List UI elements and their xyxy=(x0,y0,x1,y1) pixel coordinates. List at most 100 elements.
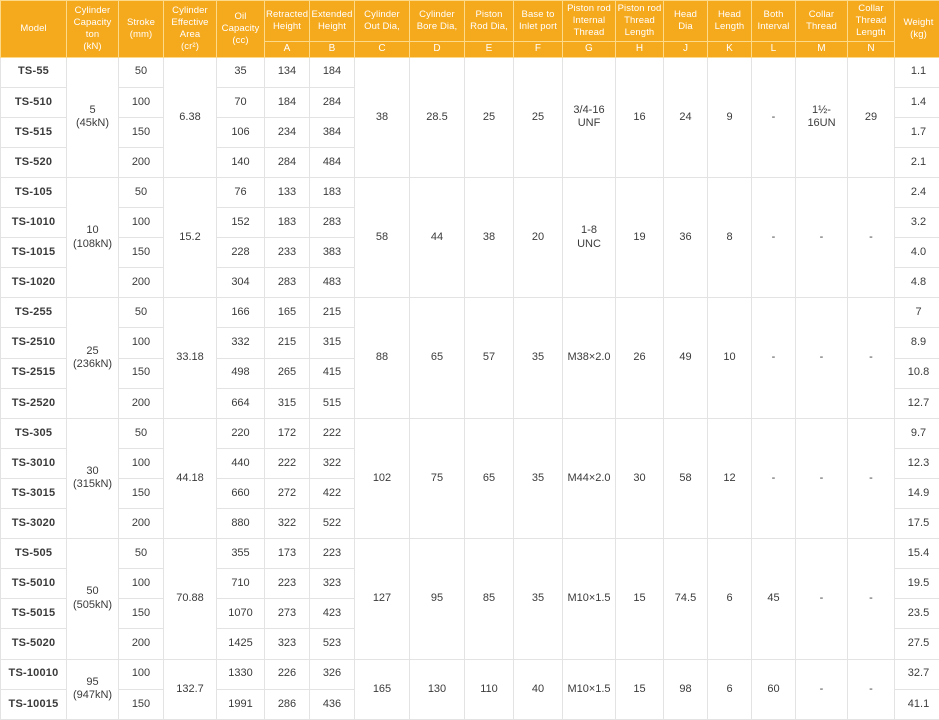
header-weight: Weight (kg) xyxy=(894,0,939,58)
capacity-kn: (236kN) xyxy=(72,358,113,371)
cell-stroke: 100 xyxy=(118,86,164,118)
cell-oil-capacity: 152 xyxy=(216,207,265,239)
cell-extended-height: 222 xyxy=(309,417,355,449)
cell-stroke: 200 xyxy=(118,267,164,299)
header-piston-rod-internal-thread-text: Piston rod Internal Thread xyxy=(564,3,614,39)
cell-collar-thread-length: - xyxy=(847,538,895,660)
cell-effective-area: 6.38 xyxy=(163,56,217,179)
header-line: Piston xyxy=(475,8,503,20)
header-cylinder-capacity-text: Cylinder Capacity ton (kN) xyxy=(68,5,117,53)
cell-weight: 4.8 xyxy=(894,267,939,299)
header-base-to-inlet-port-text: Base to Inlet port xyxy=(515,9,561,33)
thread-line: M10×1.5 xyxy=(567,682,611,695)
collar-line: - xyxy=(819,471,824,484)
cell-weight: 1.1 xyxy=(894,56,939,88)
header-piston-rod-thread-length-text: Piston rod Thread Length xyxy=(617,3,662,39)
cell-extended-height: 415 xyxy=(309,357,355,389)
capacity-kn: (947kN) xyxy=(72,689,113,702)
cell-model: TS-5015 xyxy=(0,598,67,630)
cell-weight: 1.4 xyxy=(894,86,939,118)
cell-stroke: 50 xyxy=(118,56,164,88)
cell-oil-capacity: 76 xyxy=(216,176,265,209)
thread-line: M44×2.0 xyxy=(567,471,611,484)
cell-cylinder-capacity: 50 (505kN) xyxy=(66,538,119,660)
cell-weight: 23.5 xyxy=(894,598,939,630)
thread-line: 3/4-16 xyxy=(573,103,605,116)
cell-base-to-inlet-port: 35 xyxy=(513,297,563,419)
cell-extended-height: 326 xyxy=(309,658,355,690)
cell-piston-rod-dia: 65 xyxy=(464,417,514,540)
cell-collar-thread: - xyxy=(795,538,848,660)
header-line: Capacity xyxy=(221,22,260,34)
cell-piston-rod-internal-thread: M10×1.5 xyxy=(562,538,616,660)
header-line: Effective xyxy=(171,16,209,28)
cell-head-length: 10 xyxy=(707,297,752,419)
header-line: (mm) xyxy=(129,28,153,40)
table-row: TS-305 30 (315kN) 50 44.18 220 172 222 102 75 65 35… xyxy=(0,417,939,540)
cell-model: TS-255 xyxy=(0,297,67,329)
collar-line: - xyxy=(819,230,824,243)
cell-weight: 8.9 xyxy=(894,327,939,359)
cell-retracted-height: 323 xyxy=(264,628,310,660)
header-line: Base to xyxy=(521,8,555,20)
header-line: Bore Dia, xyxy=(416,20,458,32)
cell-collar-thread-length: 29 xyxy=(847,56,895,179)
cell-oil-capacity: 1991 xyxy=(216,688,265,720)
cell-weight: 3.2 xyxy=(894,207,939,239)
header-line: Thread xyxy=(806,20,837,32)
capacity-ton: 10 xyxy=(86,224,99,237)
cell-extended-height: 315 xyxy=(309,327,355,359)
cell-retracted-height: 233 xyxy=(264,237,310,269)
cell-weight: 12.3 xyxy=(894,447,939,479)
cell-effective-area: 132.7 xyxy=(163,658,217,720)
header-both-interval-text: Both Interval xyxy=(753,9,794,33)
cell-collar-thread: - xyxy=(795,176,848,299)
cell-weight: 41.1 xyxy=(894,688,939,720)
cell-model: TS-105 xyxy=(0,176,67,209)
header-model: Model xyxy=(0,0,67,58)
cell-model: TS-2510 xyxy=(0,327,67,359)
cell-retracted-height: 315 xyxy=(264,387,310,419)
header-line: (kN) xyxy=(83,40,102,52)
subheader-k: K xyxy=(707,40,752,58)
cell-oil-capacity: 35 xyxy=(216,56,265,88)
cell-weight: 2.4 xyxy=(894,176,939,209)
cell-both-interval: 60 xyxy=(751,658,796,720)
header-head-dia: Head Dia xyxy=(663,0,708,42)
cell-head-dia: 58 xyxy=(663,417,708,540)
header-line: Area xyxy=(179,28,201,40)
cell-retracted-height: 273 xyxy=(264,598,310,630)
cell-retracted-height: 165 xyxy=(264,297,310,329)
thread-line: UNC xyxy=(577,237,601,250)
cell-base-to-inlet-port: 20 xyxy=(513,176,563,299)
header-line: (cc) xyxy=(232,34,249,46)
header-line: Extended xyxy=(311,8,353,20)
cell-model: TS-10015 xyxy=(0,688,67,720)
subheader-c: C xyxy=(354,40,410,58)
cell-effective-area: 33.18 xyxy=(163,297,217,419)
table-row: TS-255 25 (236kN) 50 33.18 166 165 215 88 65 57 35 M… xyxy=(0,297,939,419)
cell-oil-capacity: 166 xyxy=(216,297,265,329)
capacity-kn: (108kN) xyxy=(72,237,113,250)
cell-extended-height: 223 xyxy=(309,538,355,570)
cell-stroke: 100 xyxy=(118,447,164,479)
thread-line: M38×2.0 xyxy=(567,351,611,364)
cell-extended-height: 183 xyxy=(309,176,355,209)
cell-weight: 7 xyxy=(894,297,939,329)
cell-model: TS-5010 xyxy=(0,568,67,600)
header-line: Length xyxy=(856,26,886,38)
header-line: (cr²) xyxy=(181,40,199,52)
cell-model: TS-515 xyxy=(0,116,67,148)
header-head-length: Head Length xyxy=(707,0,752,42)
header-oil-capacity: Oil Capacity (cc) xyxy=(216,0,265,58)
cell-oil-capacity: 228 xyxy=(216,237,265,269)
cell-weight: 10.8 xyxy=(894,357,939,389)
header-oil-capacity-text: Oil Capacity (cc) xyxy=(218,11,263,47)
header-line: Interval xyxy=(757,20,790,32)
cell-retracted-height: 284 xyxy=(264,146,310,179)
cell-retracted-height: 283 xyxy=(264,267,310,299)
cell-oil-capacity: 880 xyxy=(216,508,265,540)
header-line: Rod Dia, xyxy=(470,20,508,32)
cell-model: TS-1015 xyxy=(0,237,67,269)
header-cylinder-out-dia: Cylinder Out Dia, xyxy=(354,0,410,42)
